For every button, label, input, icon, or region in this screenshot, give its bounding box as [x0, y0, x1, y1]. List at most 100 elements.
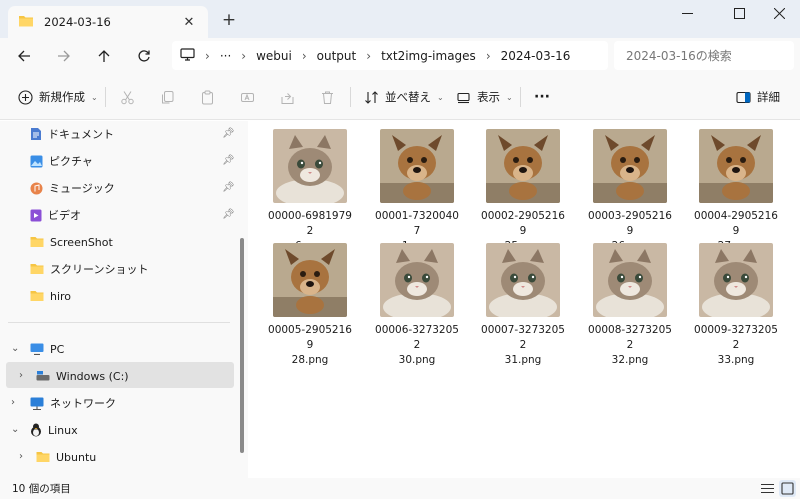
file-item[interactable]: 00007-32732052 31.png [478, 243, 568, 368]
view-button[interactable]: 表示 ⌄ [456, 85, 513, 109]
refresh-button[interactable] [130, 42, 158, 70]
file-name-line: 00006-32732052 [375, 324, 459, 351]
minimize-button[interactable] [665, 0, 710, 26]
sidebar-item-hiro[interactable]: hiro [30, 283, 71, 309]
delete-button[interactable] [320, 85, 335, 109]
file-item[interactable]: 00001-732004071.png [372, 129, 462, 254]
chevron-right-icon[interactable]: › [19, 370, 23, 381]
minimize-icon [682, 12, 693, 14]
sidebar-item-music[interactable]: ミュージック [30, 175, 115, 201]
new-button-label: 新規作成 [39, 90, 85, 104]
rename-icon [241, 92, 254, 102]
sidebar-item-videos[interactable]: ビデオ [30, 202, 81, 228]
sidebar-item-ubuntu[interactable]: Ubuntu [36, 444, 96, 470]
file-name-line: 31.png [504, 354, 542, 366]
share-button[interactable] [280, 85, 295, 109]
copy-button[interactable] [160, 85, 175, 109]
scissors-icon [121, 90, 134, 104]
sidebar-scrollbar-thumb[interactable] [240, 238, 244, 453]
sidebar-item-label: ScreenShot [50, 235, 113, 249]
tab-current-folder[interactable]: 2024-03-16 ✕ [8, 6, 208, 38]
tab-close-button[interactable]: ✕ [180, 13, 198, 31]
file-item[interactable]: 00004-2905216927.png [691, 129, 781, 254]
divider [520, 87, 521, 107]
file-name-line: 00007-32732052 [481, 324, 565, 351]
file-thumbnail [699, 129, 773, 203]
breadcrumb-webui[interactable]: webui [256, 49, 292, 63]
file-thumbnail [273, 129, 347, 203]
clipboard-icon [202, 90, 213, 104]
file-thumbnail [486, 129, 560, 203]
file-item[interactable]: 00006-32732052 30.png [372, 243, 462, 368]
sidebar-item-screenshot[interactable]: ScreenShot [30, 229, 113, 255]
file-item[interactable]: 00009-32732052 33.png [691, 243, 781, 368]
file-thumbnail [699, 243, 773, 317]
file-name-line: 00005-29052169 [268, 324, 352, 351]
chevron-right-icon[interactable]: › [19, 451, 23, 462]
sidebar-item-label: ピクチャ [49, 155, 93, 168]
file-thumbnail [593, 129, 667, 203]
details-view-button[interactable] [759, 480, 776, 497]
sidebar-item-linux[interactable]: Linux [30, 417, 78, 443]
close-window-button[interactable] [757, 0, 800, 26]
sidebar-item-label: PC [50, 342, 65, 356]
navigation-pane: ドキュメント 📌︎ ピクチャ 📌︎ ミュージック 📌︎ ビデオ 📌︎ Scree… [0, 121, 248, 478]
chevron-down-icon[interactable]: ⌄ [11, 424, 19, 435]
video-icon [30, 209, 42, 221]
sort-button[interactable]: 並べ替え ⌄ [364, 85, 444, 109]
pc-icon [30, 343, 44, 355]
file-item[interactable]: 00002-2905216925.png [478, 129, 568, 254]
thumbnail-view-button[interactable] [779, 480, 796, 497]
cut-button[interactable] [120, 85, 135, 109]
paste-button[interactable] [200, 85, 215, 109]
sidebar-item-network[interactable]: ネットワーク [30, 390, 116, 416]
address-bar[interactable]: › ··· › webui › output › txt2img-images … [172, 41, 608, 70]
sidebar-item-pictures[interactable]: ピクチャ [30, 148, 93, 174]
folder-icon [30, 237, 44, 247]
file-item[interactable]: 00005-29052169 28.png [265, 243, 355, 368]
maximize-button[interactable] [717, 0, 762, 26]
more-options-button[interactable]: ··· [534, 85, 550, 109]
sidebar-item-windows-c[interactable]: Windows (C:) [36, 363, 129, 389]
forward-button[interactable] [50, 42, 78, 70]
pictures-icon [30, 155, 43, 167]
sidebar-item-label: Windows (C:) [56, 369, 129, 383]
status-bar: 10 個の項目 [0, 478, 800, 499]
details-pane-label: 詳細 [757, 90, 780, 104]
view-button-label: 表示 [477, 90, 500, 104]
file-item[interactable]: 00003-2905216926.png [585, 129, 675, 254]
document-icon [31, 128, 41, 140]
sidebar-item-screenshots-jp[interactable]: スクリーンショット [30, 256, 148, 282]
file-name-line: 00004-29052169 [694, 210, 778, 237]
sidebar-item-label: Linux [48, 423, 78, 437]
breadcrumb-output[interactable]: output [317, 49, 357, 63]
breadcrumb-overflow[interactable]: ··· [220, 49, 231, 63]
file-item[interactable]: 00000-698197926.png [265, 129, 355, 254]
chevron-right-icon[interactable]: › [11, 397, 15, 408]
file-name: 00008-32732052 32.png [585, 323, 675, 368]
copy-icon [162, 90, 174, 103]
new-button[interactable]: 新規作成 ⌄ [18, 85, 98, 109]
sidebar-item-pc[interactable]: PC [30, 336, 64, 362]
pin-icon: 📌︎ [222, 182, 235, 193]
file-item[interactable]: 00008-32732052 32.png [585, 243, 675, 368]
divider [8, 322, 230, 323]
breadcrumb-txt2img-images[interactable]: txt2img-images [381, 49, 476, 63]
file-name-line: 32.png [611, 354, 649, 366]
chevron-down-icon[interactable]: ⌄ [11, 343, 19, 354]
music-icon [30, 182, 43, 194]
rename-button[interactable] [240, 85, 255, 109]
up-button[interactable] [90, 42, 118, 70]
sidebar-item-label: ネットワーク [50, 397, 116, 410]
chevron-right-icon: › [205, 48, 210, 63]
folder-icon [36, 452, 50, 462]
back-button[interactable] [10, 42, 38, 70]
search-input[interactable]: 2024-03-16の検索 [614, 41, 794, 70]
network-icon [30, 397, 44, 410]
details-pane-button[interactable]: 詳細 [736, 85, 780, 109]
sidebar-item-documents[interactable]: ドキュメント [30, 121, 114, 147]
file-name-line: 00008-32732052 [588, 324, 672, 351]
new-tab-button[interactable]: + [218, 9, 240, 31]
command-bar: 新規作成 ⌄ 並べ替え ⌄ 表示 ⌄ ··· 詳細 [0, 74, 800, 120]
breadcrumb-current[interactable]: 2024-03-16 [501, 49, 571, 63]
